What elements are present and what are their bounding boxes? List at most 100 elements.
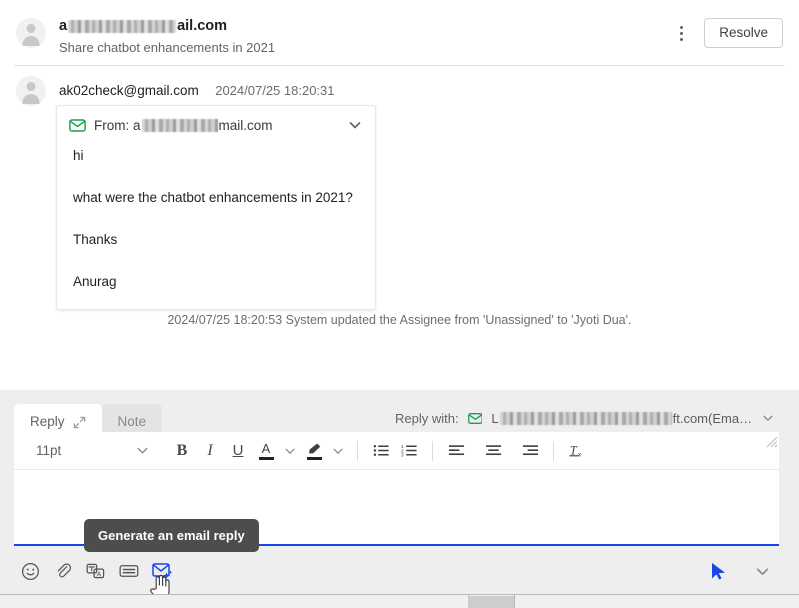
page-title: a ail.com [59,18,275,35]
system-event-message: 2024/07/25 18:20:53 System updated the A… [167,313,632,327]
reply-with-label: Reply with: [395,410,459,426]
email-card-header[interactable]: From: a mail.com [57,106,375,133]
email-signature-line: Thanks [73,232,118,247]
chevron-down-icon [333,448,343,454]
emoji-button[interactable] [14,555,46,587]
from-suffix: mail.com [218,118,273,133]
message-sender: ak02check@gmail.com [59,83,199,98]
header-divider [14,65,785,66]
text-color-swatch [258,456,274,460]
email-signature-line: Anurag [73,274,117,289]
horizontal-scrollbar[interactable] [0,594,799,608]
chevron-down-icon [137,447,148,454]
chevron-down-icon [756,568,768,575]
email-card: From: a mail.com hi what were the chatbot… [56,105,376,310]
send-controls [703,555,779,587]
align-center-icon [485,445,501,456]
header-actions: Resolve [668,18,783,48]
expand-icon [73,416,85,428]
underline-button[interactable]: U [224,437,252,465]
toolbar-divider [432,440,433,461]
text-color-letter: A [261,440,271,456]
scrollbar-thumb[interactable] [468,596,514,608]
align-left-icon [448,445,464,456]
canned-response-button[interactable] [113,555,145,587]
email-conversation-panel: a ail.com Share chatbot enhancements in 2… [0,0,799,608]
emoji-icon [21,562,39,580]
chevron-down-icon[interactable] [347,117,363,138]
chevron-down-icon[interactable] [761,410,775,426]
reply-with-value: Lft.com(Ema… [491,411,752,426]
svg-text:x: x [578,451,582,458]
from-label: From: [94,118,130,133]
message-timestamp: 2024/07/25 18:20:31 [215,83,335,98]
translate-button[interactable]: A [80,555,112,587]
conversation-contact: a ail.com Share chatbot enhancements in 2… [16,18,275,56]
reply-composer: Reply Note Reply with: Lft.com(Ema… 11pt… [0,390,799,595]
envelope-icon [69,119,86,132]
avatar [16,76,46,106]
text-color-dropdown[interactable] [280,437,300,465]
italic-button[interactable]: I [196,437,224,465]
redacted-email-block [141,119,218,132]
reply-with-selector[interactable]: Reply with: Lft.com(Ema… [395,410,775,426]
highlight-button[interactable] [300,437,328,465]
conversation-subject: Share chatbot enhancements in 2021 [59,40,276,55]
align-right-button[interactable] [516,437,544,465]
generate-email-reply-icon [152,563,173,579]
from-prefix: a [133,118,141,133]
redacted-email-block [499,411,672,425]
email-body-line: what were the chatbot enhancements in 20… [73,190,353,205]
align-center-button[interactable] [479,437,507,465]
generate-email-reply-button[interactable] [146,555,178,587]
resolve-button[interactable]: Resolve [704,18,783,48]
redacted-email-block [68,20,177,33]
resize-handle[interactable] [764,434,778,448]
numbered-list-icon: 1 2 3 [401,444,417,458]
chevron-down-icon [285,448,295,454]
email-body-line: hi [73,148,84,163]
text-color-button[interactable]: A [252,437,280,465]
svg-text:3: 3 [401,453,404,458]
more-options-icon[interactable] [668,18,694,48]
translate-icon: A [86,563,105,578]
formatting-toolbar: 11pt B I U A 1 2 3 T x [14,432,779,470]
tab-note-label: Note [117,414,147,429]
highlighter-icon [308,442,320,453]
bulleted-list-button[interactable] [367,437,395,465]
canned-response-icon [119,565,139,577]
svg-text:A: A [96,570,101,578]
email-card-body: hi what were the chatbot enhancements in… [57,133,375,309]
toolbar-divider [553,440,554,461]
tab-reply-label: Reply [30,414,65,429]
highlight-color-swatch [306,456,322,460]
font-size-select[interactable]: 11pt [26,438,158,464]
conversation-header: a ail.com Share chatbot enhancements in 2… [0,0,799,66]
envelope-icon [467,412,483,424]
highlight-dropdown[interactable] [328,437,348,465]
clear-formatting-icon: T x [569,443,582,458]
toolbar-divider [357,440,358,461]
contact-email-suffix: ail.com [177,18,228,34]
numbered-list-button[interactable]: 1 2 3 [395,437,423,465]
svg-text:T: T [570,443,578,457]
composer-bottom-toolbar: A [14,550,779,592]
clear-formatting-button[interactable]: T x [563,437,591,465]
bold-button[interactable]: B [168,437,196,465]
attachment-icon [57,563,71,577]
reply-with-value-suffix: ft.com(Ema… [672,410,753,426]
send-button[interactable] [703,555,735,587]
tooltip-generate-email-reply: Generate an email reply [84,519,259,552]
align-right-icon [522,445,538,456]
email-card-from: From: a mail.com [94,118,273,133]
bulleted-list-icon [373,445,389,456]
contact-email-prefix: a [59,18,68,34]
attachment-button[interactable] [47,555,79,587]
align-left-button[interactable] [442,437,470,465]
avatar [16,18,46,48]
send-icon [712,563,725,580]
font-size-value: 11pt [36,443,62,458]
send-options-button[interactable] [746,555,778,587]
message-header: ak02check@gmail.com 2024/07/25 18:20:31 [16,76,335,106]
reply-with-value-prefix: L [491,410,499,426]
